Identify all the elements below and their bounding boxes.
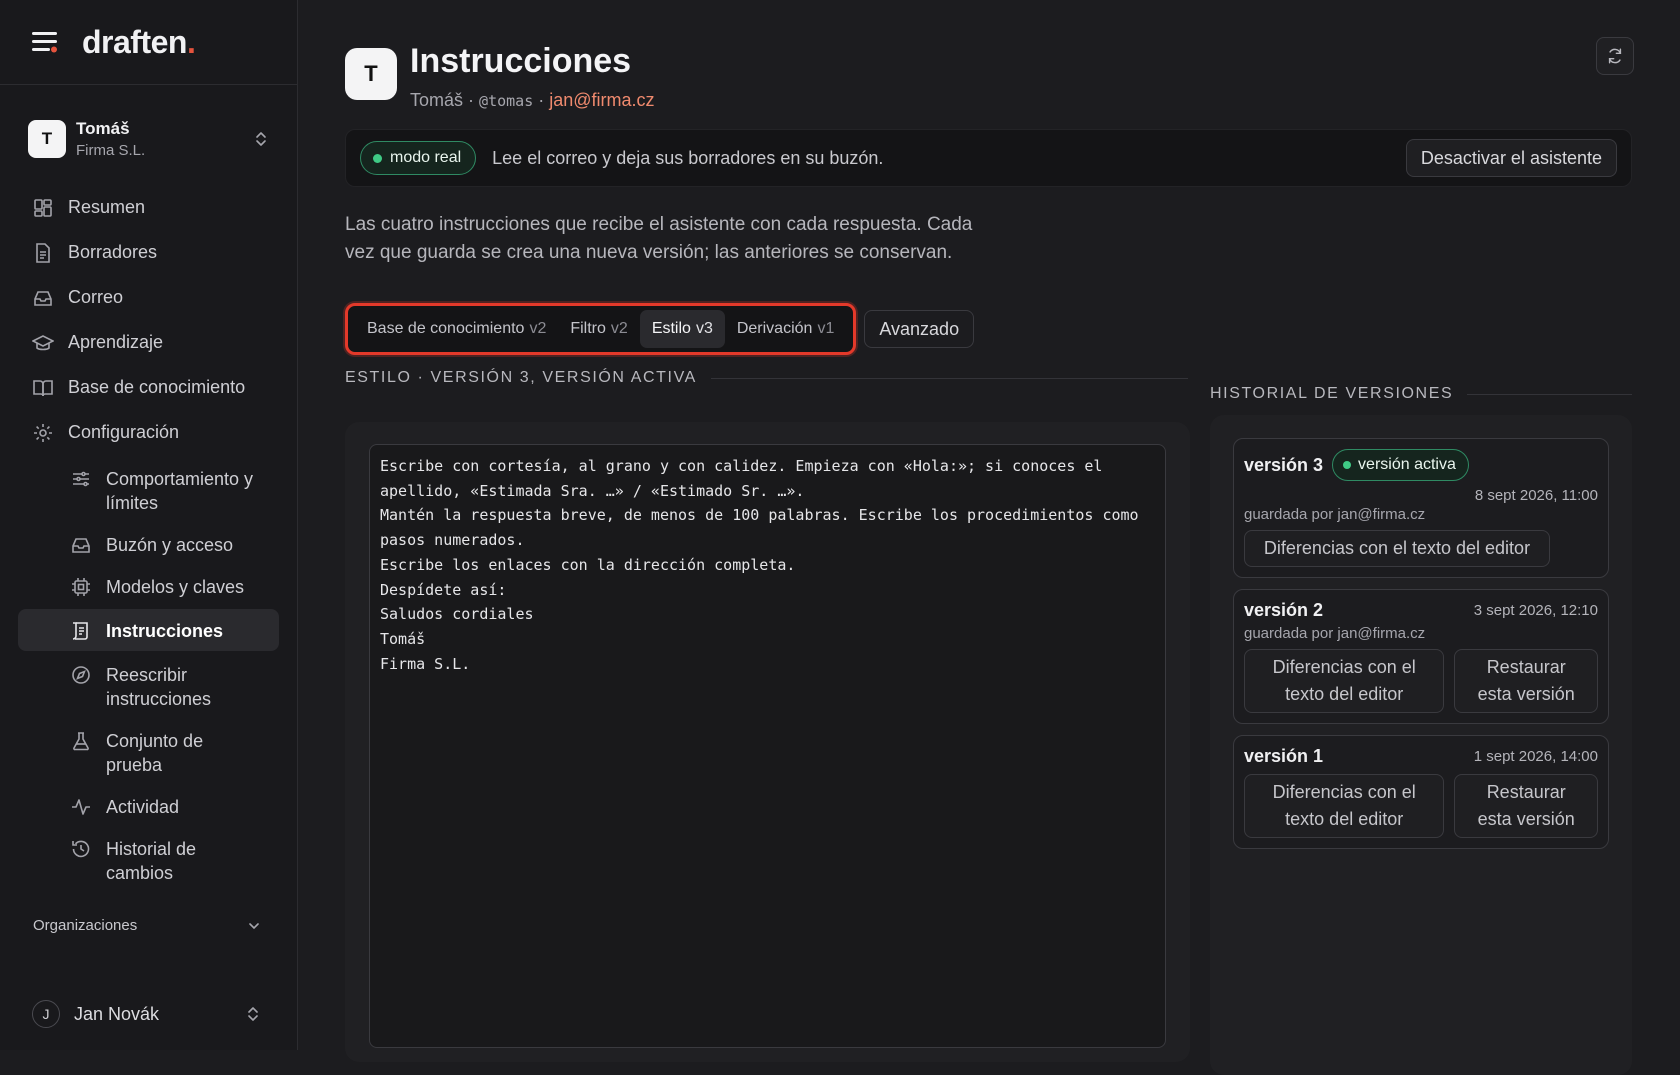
instruction-tabs: Base de conocimiento v2 Filtro v2 Estilo v3…	[345, 303, 857, 355]
version-name: versión 2	[1244, 600, 1324, 620]
inbox-icon	[70, 534, 92, 556]
refresh-button[interactable]	[1596, 37, 1634, 75]
version-card: versión 2 3 sept 2026, 12:10 guardada po…	[1233, 589, 1609, 724]
nav-item-borradores[interactable]: Borradores	[0, 230, 297, 275]
mode-badge: modo real	[360, 141, 477, 175]
book-icon	[32, 377, 54, 399]
tab-derivacion[interactable]: Derivación v1	[725, 310, 847, 348]
inbox-icon	[32, 287, 54, 309]
version-date: 3 sept 2026, 12:10	[1473, 602, 1598, 619]
version-history: HISTORIAL DE VERSIONES versión 3 versión…	[1210, 385, 1632, 1075]
instruction-tabs-row: Base de conocimiento v2 Filtro v2 Estilo v3…	[345, 303, 1680, 355]
user-avatar: J	[32, 1000, 60, 1028]
user-handle: @tomas	[479, 92, 534, 110]
deactivate-assistant-button[interactable]: Desactivar el asistente	[1405, 139, 1617, 177]
version-name: versión 1	[1244, 746, 1324, 766]
header-subline: Tomáš · @tomas · jan@firma.cz	[410, 90, 655, 110]
version-saved-by: guardada por jan@firma.cz	[1244, 506, 1426, 523]
nav-sub-buzon[interactable]: Buzón y acceso	[0, 523, 297, 565]
diff-button[interactable]: Diferencias con el texto del editor	[1244, 649, 1445, 713]
history-icon	[70, 838, 92, 860]
user-menu[interactable]: J Jan Novák	[32, 1000, 261, 1028]
editor-card: Escribe con cortesía, al grano y con cal…	[345, 422, 1190, 1062]
gear-icon	[32, 422, 54, 444]
version-card: versión 1 1 sept 2026, 14:00 Diferencias…	[1233, 735, 1609, 849]
flask-icon	[70, 730, 92, 752]
chevron-up-down-icon	[256, 132, 266, 146]
header-avatar: T	[345, 48, 397, 100]
sliders-icon	[70, 468, 92, 490]
scroll-icon	[70, 620, 92, 642]
compass-icon	[70, 664, 92, 686]
tab-estilo[interactable]: Estilo v3	[639, 310, 725, 348]
tab-filtro[interactable]: Filtro v2	[558, 310, 639, 348]
page-header: T Instrucciones Tomáš · @tomas · jan@fir…	[345, 42, 1680, 111]
history-title: HISTORIAL DE VERSIONES	[1210, 385, 1454, 402]
version-saved-by: guardada por jan@firma.cz	[1244, 625, 1426, 642]
restore-version-button[interactable]: Restaurar esta versión	[1454, 649, 1598, 713]
assistant-status-bar: modo real Lee el correo y deja sus borra…	[345, 129, 1632, 187]
diff-button[interactable]: Diferencias con el texto del editor	[1244, 774, 1445, 838]
logo[interactable]: draften.	[82, 24, 196, 61]
file-icon	[32, 242, 54, 264]
user-name: Jan Novák	[74, 1003, 160, 1024]
brand-bar: draften.	[0, 0, 297, 85]
page-title: Instrucciones	[410, 42, 632, 80]
page-description: Las cuatro instrucciones que recibe el a…	[345, 214, 973, 263]
nav-item-aprendizaje[interactable]: Aprendizaje	[0, 320, 297, 365]
graduation-cap-icon	[32, 332, 54, 354]
account-name: Tomáš	[76, 119, 130, 138]
nav-sub-comportamiento[interactable]: Comportamiento y límites	[0, 457, 297, 523]
history-card: versión 3 versión activa 8 sept 2026, 11…	[1210, 415, 1632, 1075]
user-email-link[interactable]: jan@firma.cz	[549, 90, 654, 110]
nav-sub-historial[interactable]: Historial de cambios	[0, 827, 297, 893]
nav-sub-modelos[interactable]: Modelos y claves	[0, 565, 297, 607]
main-nav: Resumen Borradores Correo Aprendizaje Ba…	[0, 185, 297, 893]
version-card: versión 3 versión activa 8 sept 2026, 11…	[1233, 438, 1609, 578]
activity-icon	[70, 796, 92, 818]
nav-sub-conjunto-prueba[interactable]: Conjunto de prueba	[0, 719, 297, 785]
restore-version-button[interactable]: Restaurar esta versión	[1454, 774, 1598, 838]
grid-icon	[32, 197, 54, 219]
app: draften. T Tomáš Firma S.L. Resumen Borr…	[0, 0, 1680, 1075]
version-name: versión 3	[1244, 454, 1324, 475]
history-header: HISTORIAL DE VERSIONES	[1210, 385, 1632, 403]
version-date: 8 sept 2026, 11:00	[1474, 487, 1598, 504]
account-org: Firma S.L.	[76, 142, 146, 159]
organizations-toggle[interactable]: Organizaciones	[0, 917, 297, 934]
nav-item-correo[interactable]: Correo	[0, 275, 297, 320]
version-date: 1 sept 2026, 14:00	[1473, 748, 1598, 765]
account-switcher[interactable]: T Tomáš Firma S.L.	[0, 115, 297, 163]
tab-base-conocimiento[interactable]: Base de conocimiento v2	[355, 310, 558, 348]
advanced-button[interactable]: Avanzado	[864, 310, 975, 348]
editor-section-title: ESTILO · VERSIÓN 3, VERSIÓN ACTIVA	[345, 369, 697, 386]
editor-section-header: ESTILO · VERSIÓN 3, VERSIÓN ACTIVA	[345, 369, 1188, 387]
chip-icon	[70, 576, 92, 598]
nav-item-resumen[interactable]: Resumen	[0, 185, 297, 230]
instructions-editor[interactable]: Escribe con cortesía, al grano y con cal…	[369, 444, 1166, 1048]
nav-sub-instrucciones[interactable]: Instrucciones	[18, 609, 279, 651]
chevron-down-icon	[249, 922, 259, 929]
nav-item-base-conocimiento[interactable]: Base de conocimiento	[0, 365, 297, 410]
status-text: Lee el correo y deja sus borradores en s…	[492, 147, 884, 168]
sidebar: draften. T Tomáš Firma S.L. Resumen Borr…	[0, 0, 298, 1050]
nav-sub-actividad[interactable]: Actividad	[0, 785, 297, 827]
account-avatar: T	[28, 120, 66, 158]
chevron-up-down-icon	[248, 1007, 258, 1021]
menu-icon[interactable]	[32, 31, 60, 53]
refresh-icon	[1608, 48, 1622, 64]
nav-sub-reescribir[interactable]: Reescribir instrucciones	[0, 653, 297, 719]
nav-item-configuracion[interactable]: Configuración	[0, 410, 297, 455]
active-version-badge: versión activa	[1332, 449, 1469, 481]
diff-button[interactable]: Diferencias con el texto del editor	[1244, 530, 1550, 567]
